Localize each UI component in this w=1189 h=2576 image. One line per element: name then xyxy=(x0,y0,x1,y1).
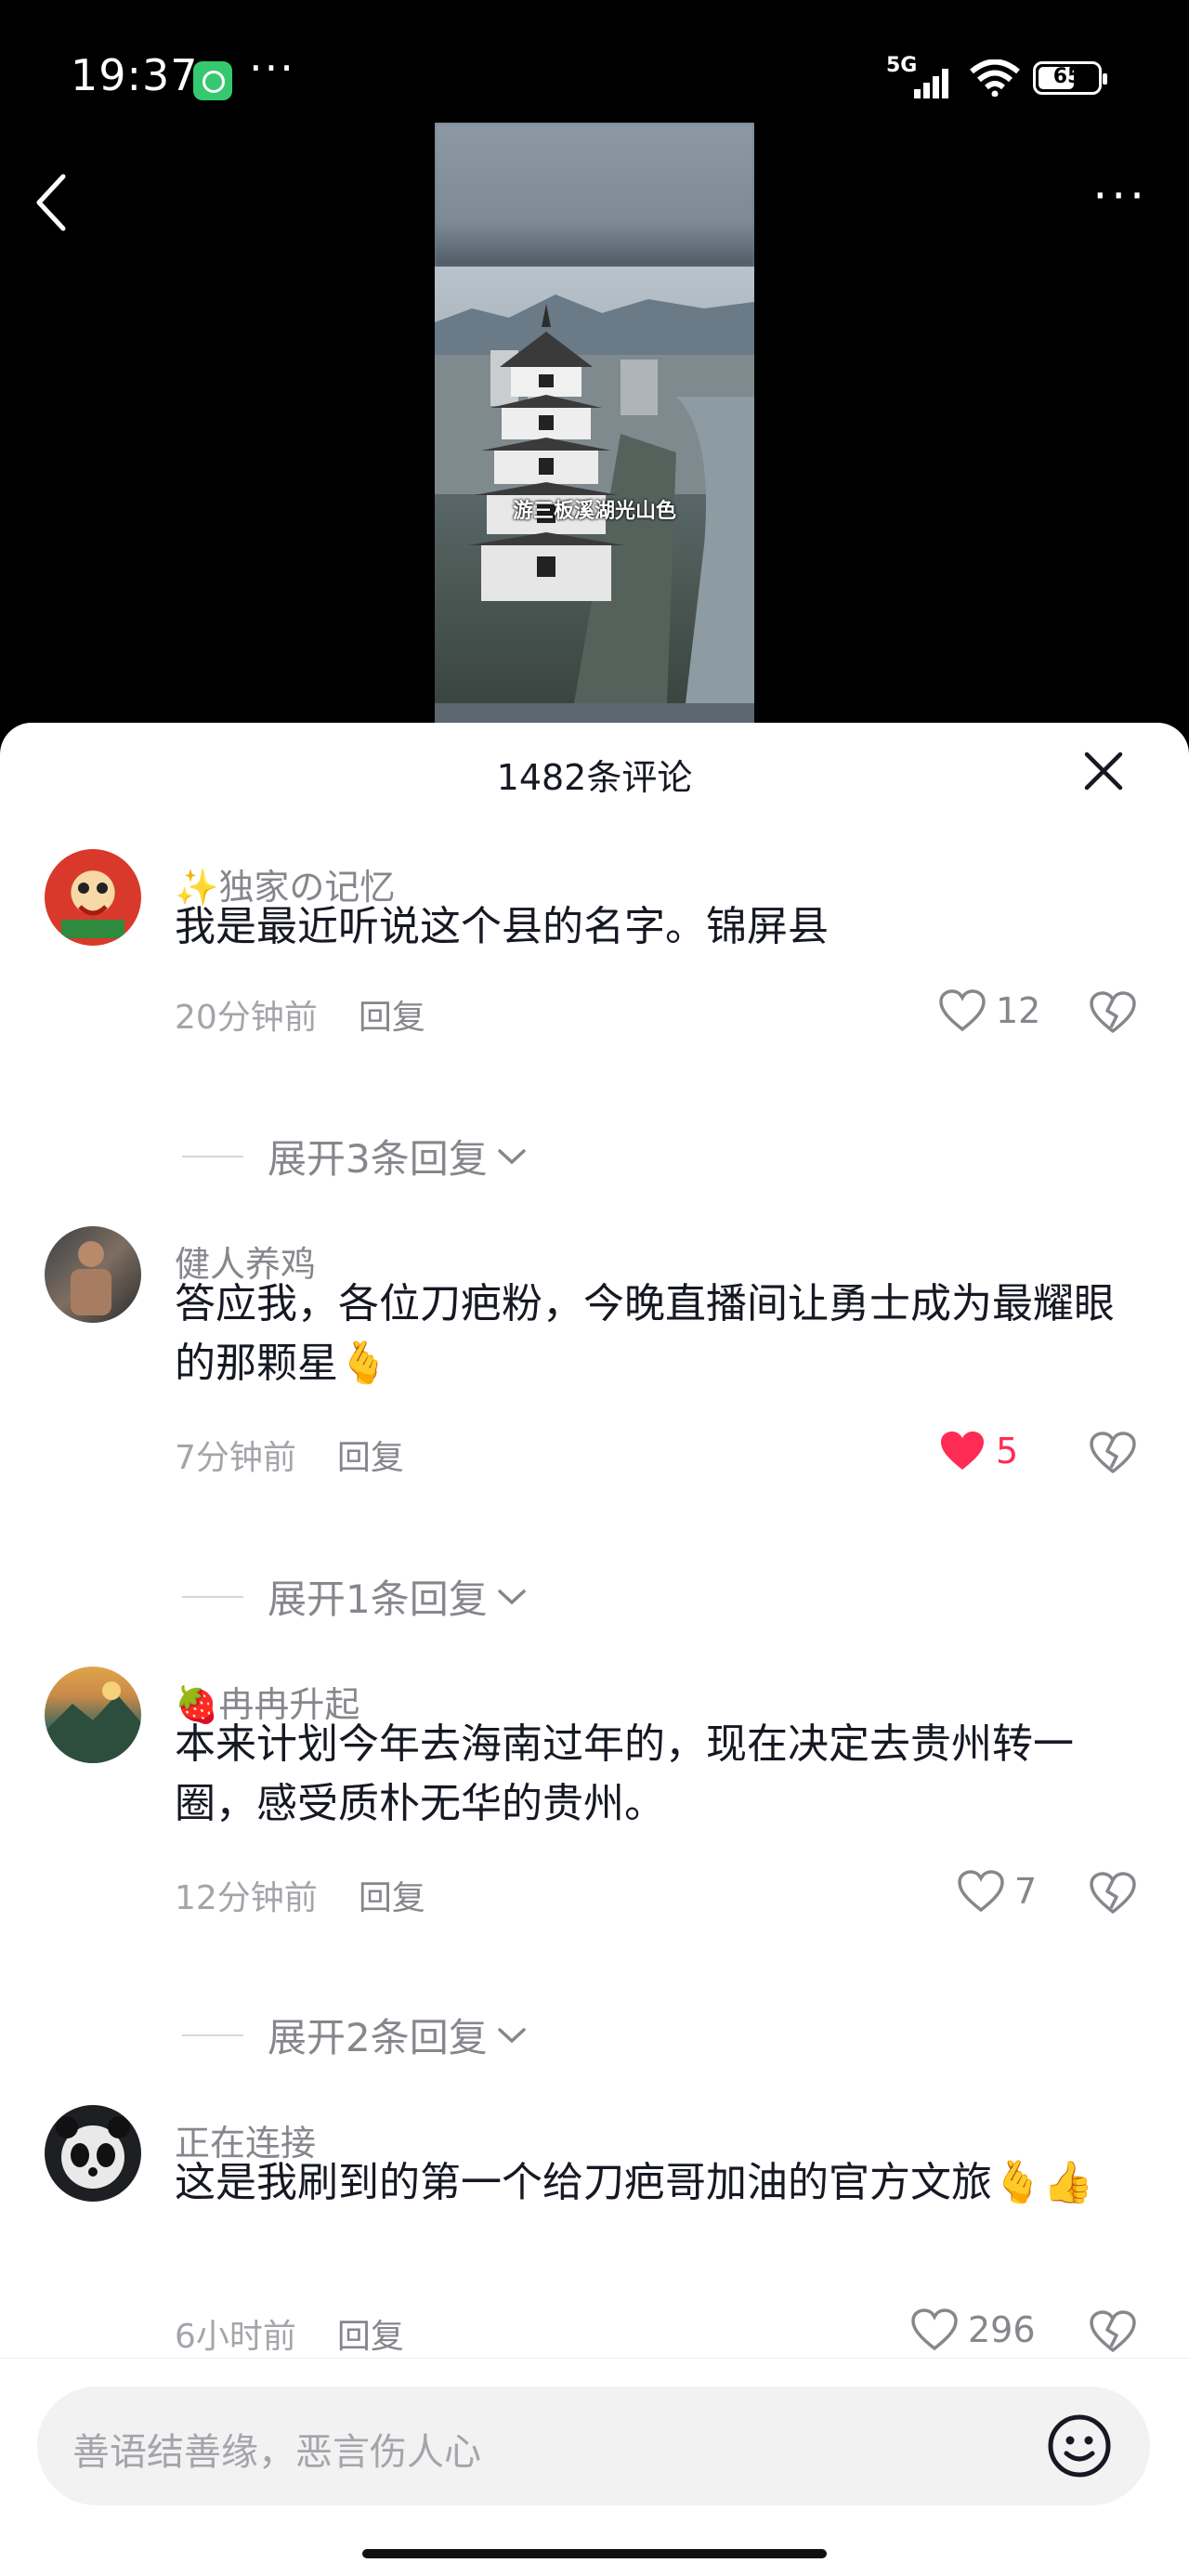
comment-meta: 6小时前 回复 xyxy=(175,2309,404,2358)
battery-icon: 65 xyxy=(1033,61,1107,95)
chevron-down-icon xyxy=(497,1589,526,1604)
status-time: 19:37 xyxy=(71,50,199,100)
expand-replies-button[interactable]: 展开3条回复 xyxy=(182,1128,527,1184)
video-caption: 游三板溪湖光山色 xyxy=(512,500,676,523)
dislike-broken-heart-icon[interactable] xyxy=(1089,1871,1137,1916)
dislike-broken-heart-icon[interactable] xyxy=(1089,2309,1137,2354)
heart-outline-icon xyxy=(911,2308,958,2351)
comment-meta: 12分钟前 回复 xyxy=(175,1871,425,1919)
comment-time: 7分钟前 xyxy=(175,1439,296,1477)
avatar[interactable] xyxy=(45,849,141,946)
status-more-icon: ··· xyxy=(249,43,295,93)
battery-level: 65 xyxy=(1052,65,1082,88)
comments-sheet: 1482条评论 ✨独家の记忆 我是最近听说这个县的名字。锦屏县 20分钟前 回复 … xyxy=(0,723,1189,2575)
back-arrow-icon[interactable] xyxy=(33,173,71,232)
reply-button[interactable]: 回复 xyxy=(337,1439,404,1477)
network-type: 5G xyxy=(886,54,918,77)
like-button[interactable]: 296 xyxy=(910,2308,1036,2352)
divider xyxy=(182,1595,243,1598)
like-button[interactable]: 12 xyxy=(938,988,1040,1033)
emoji-icon[interactable] xyxy=(1046,2413,1113,2479)
app-notification-icon xyxy=(193,61,232,100)
chevron-down-icon xyxy=(497,1148,526,1164)
comment-input-bar: 善语结善缘，恶言伤人心 xyxy=(0,2358,1189,2576)
like-count: 7 xyxy=(1014,1871,1038,1912)
heart-outline-icon xyxy=(939,989,986,1032)
dislike-broken-heart-icon[interactable] xyxy=(1089,990,1137,1035)
reply-button[interactable]: 回复 xyxy=(359,999,425,1037)
comment-text: 这是我刷到的第一个给刀疤哥加油的官方文旅🫰👍 xyxy=(175,2159,1094,2206)
wifi-icon xyxy=(970,59,1020,97)
home-indicator[interactable] xyxy=(362,2549,827,2558)
like-button[interactable]: 5 xyxy=(938,1429,1018,1473)
avatar[interactable] xyxy=(45,1667,141,1763)
expand-replies-label: 展开1条回复 xyxy=(268,1576,488,1622)
comment-time: 20分钟前 xyxy=(175,999,318,1037)
chevron-down-icon xyxy=(497,2027,526,2043)
comment-meta: 7分钟前 回复 xyxy=(175,1431,404,1479)
comment-text: 本来计划今年去海南过年的，现在决定去贵州转一圈，感受质朴无华的贵州。 xyxy=(175,1720,1074,1827)
comment-time: 12分钟前 xyxy=(175,1879,318,1917)
close-icon[interactable] xyxy=(1083,751,1124,791)
video-frame xyxy=(435,267,754,703)
comment-text: 答应我，各位刀疤粉，今晚直播间让勇士成为最耀眼的那颗星🫰 xyxy=(175,1280,1115,1387)
comment-text: 我是最近听说这个县的名字。锦屏县 xyxy=(175,903,829,950)
video-blur-top xyxy=(435,123,754,267)
heart-outline-icon xyxy=(958,1870,1004,1913)
video-preview[interactable]: 游三板溪湖光山色 xyxy=(435,123,754,726)
expand-replies-label: 展开3条回复 xyxy=(268,1136,488,1182)
reply-button[interactable]: 回复 xyxy=(337,2318,404,2356)
comment-meta: 20分钟前 回复 xyxy=(175,990,425,1039)
expand-replies-button[interactable]: 展开2条回复 xyxy=(182,2007,527,2063)
landscape-image xyxy=(435,294,754,703)
more-options-icon[interactable]: ··· xyxy=(1092,173,1148,219)
like-count: 5 xyxy=(996,1431,1019,1471)
signal-icon xyxy=(914,69,948,98)
dislike-broken-heart-icon[interactable] xyxy=(1089,1431,1137,1475)
comment-input[interactable]: 善语结善缘，恶言伤人心 xyxy=(37,2386,1150,2505)
expand-replies-button[interactable]: 展开1条回复 xyxy=(182,1568,527,1625)
like-button[interactable]: 7 xyxy=(957,1869,1037,1914)
avatar[interactable] xyxy=(45,2105,141,2202)
comment-time: 6小时前 xyxy=(175,2318,296,2356)
expand-replies-label: 展开2条回复 xyxy=(268,2015,488,2060)
comment-count-title: 1482条评论 xyxy=(496,757,693,798)
like-count: 12 xyxy=(996,990,1041,1031)
divider xyxy=(182,1155,243,1157)
comment-input-placeholder: 善语结善缘，恶言伤人心 xyxy=(72,2431,481,2474)
avatar[interactable] xyxy=(45,1226,141,1323)
like-count: 296 xyxy=(968,2309,1036,2350)
divider xyxy=(182,2033,243,2036)
heart-filled-icon xyxy=(941,1432,984,1470)
reply-button[interactable]: 回复 xyxy=(359,1879,425,1917)
